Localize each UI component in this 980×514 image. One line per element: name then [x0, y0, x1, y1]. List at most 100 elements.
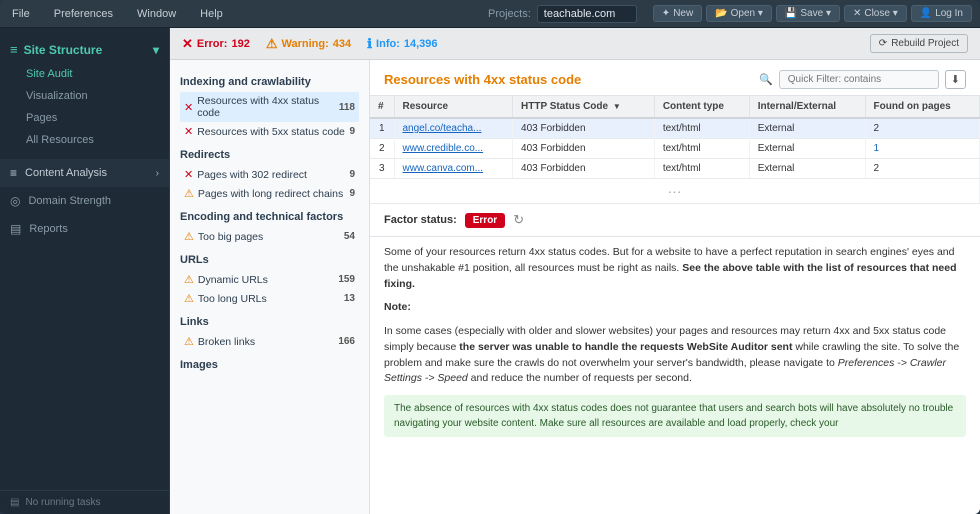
open-button[interactable]: 📂 Open ▾	[706, 5, 772, 22]
table-ellipsis-row: ···	[370, 179, 980, 204]
content-area: ✕ Error: 192 ⚠ Warning: 434 ℹ Info: 14,3…	[170, 28, 980, 514]
warning-triangle-icon: ⚠	[184, 292, 194, 305]
cell-content-type: text/html	[654, 139, 749, 159]
sidebar-item-domain-strength[interactable]: ◎ Domain Strength	[0, 187, 169, 215]
menu-file[interactable]: File	[8, 6, 34, 22]
menu-preferences[interactable]: Preferences	[50, 6, 117, 22]
content-analysis-label: Content Analysis	[25, 167, 107, 179]
main-layout: ≡ Site Structure ▾ Site Audit Visualizat…	[0, 28, 980, 514]
audit-item[interactable]: ⚠ Too big pages 54	[180, 227, 359, 246]
audit-section-title: URLs	[180, 254, 359, 266]
audit-item-label: Resources with 4xx status code	[197, 95, 335, 119]
warning-triangle-icon: ⚠	[184, 187, 194, 200]
panels: Indexing and crawlability✕Resources with…	[170, 60, 980, 514]
filter-icon: 🔍	[759, 73, 773, 86]
warning-triangle-icon: ⚠	[184, 273, 194, 286]
resource-link[interactable]: www.credible.co...	[403, 143, 484, 154]
resource-link[interactable]: www.canva.com...	[403, 163, 484, 174]
audit-item[interactable]: ⚠Broken links166	[180, 332, 359, 351]
no-running-tasks-label: No running tasks	[25, 497, 100, 508]
cell-content-type: text/html	[654, 159, 749, 179]
reports-label: Reports	[29, 223, 68, 235]
audit-section-title: Encoding and technical factors	[180, 211, 359, 223]
sidebar-item-pages[interactable]: Pages	[0, 107, 169, 129]
cell-resource[interactable]: www.credible.co...	[394, 139, 513, 159]
save-button[interactable]: 💾 Save ▾	[776, 5, 840, 22]
cell-num: 1	[370, 118, 394, 139]
warning-triangle-icon: ⚠	[184, 230, 194, 243]
error-count: 192	[231, 38, 249, 50]
info-label: Info:	[376, 38, 400, 50]
col-header-status[interactable]: HTTP Status Code ▼	[513, 96, 655, 118]
cell-internal-external: External	[749, 118, 865, 139]
toolbar-buttons: ✦ New 📂 Open ▾ 💾 Save ▾ ✕ Close ▾ 👤 Log …	[653, 5, 972, 22]
sidebar-item-all-resources[interactable]: All Resources	[0, 129, 169, 151]
right-panel: Resources with 4xx status code 🔍 ⬇	[370, 60, 980, 514]
cell-num: 2	[370, 139, 394, 159]
filter-input[interactable]	[779, 70, 939, 89]
audit-item-count: 54	[344, 231, 355, 242]
warning-badge: ⚠ Warning: 434	[266, 36, 351, 52]
audit-section-title: Redirects	[180, 149, 359, 161]
domain-strength-icon: ◎	[10, 194, 20, 208]
error-badge: ✕ Error: 192	[182, 36, 250, 52]
site-structure-icon: ≡	[10, 42, 18, 57]
cell-resource[interactable]: angel.co/teacha...	[394, 118, 513, 139]
sidebar-site-structure-header[interactable]: ≡ Site Structure ▾	[0, 36, 169, 63]
menu-help[interactable]: Help	[196, 6, 227, 22]
audit-item[interactable]: ✕Resources with 4xx status code118	[180, 92, 359, 122]
error-circle-icon: ✕	[184, 168, 193, 181]
audit-item[interactable]: ⚠Pages with long redirect chains9	[180, 184, 359, 203]
reports-icon: ▤	[10, 222, 21, 236]
cell-status: 403 Forbidden	[513, 159, 655, 179]
audit-item[interactable]: ⚠Dynamic URLs159	[180, 270, 359, 289]
projects-select[interactable]: teachable.com	[537, 5, 637, 23]
table-row[interactable]: 2 www.credible.co... 403 Forbiddentext/htm…	[370, 139, 980, 159]
audit-item[interactable]: ⚠Too long URLs13	[180, 289, 359, 308]
note-text: In some cases (especially with older and…	[384, 324, 966, 387]
resource-table: # Resource HTTP Status Code ▼ Content ty…	[370, 96, 980, 204]
domain-strength-label: Domain Strength	[28, 195, 111, 207]
table-row[interactable]: 3www.canva.com...403 Forbiddentext/htmlE…	[370, 159, 980, 179]
cell-resource[interactable]: www.canva.com...	[394, 159, 513, 179]
info-badge: ℹ Info: 14,396	[367, 36, 437, 52]
audit-panel: Indexing and crawlability✕Resources with…	[170, 60, 370, 514]
sidebar-site-structure: ≡ Site Structure ▾ Site Audit Visualizat…	[0, 28, 169, 159]
cell-status: 403 Forbidden	[513, 118, 655, 139]
refresh-icon[interactable]: ↻	[513, 212, 524, 228]
audit-item[interactable]: ✕Resources with 5xx status code9	[180, 122, 359, 141]
error-circle-icon: ✕	[184, 101, 193, 114]
rebuild-button[interactable]: ⟳ Rebuild Project	[870, 34, 968, 53]
new-button[interactable]: ✦ New	[653, 5, 702, 22]
status-bar: ✕ Error: 192 ⚠ Warning: 434 ℹ Info: 14,3…	[170, 28, 980, 60]
sidebar-item-content-analysis[interactable]: ≡ Content Analysis ›	[0, 159, 169, 187]
audit-item[interactable]: ✕Pages with 302 redirect9	[180, 165, 359, 184]
cell-status: 403 Forbidden	[513, 139, 655, 159]
audit-item-label: Pages with long redirect chains	[198, 188, 346, 200]
resource-link[interactable]: angel.co/teacha...	[403, 123, 482, 134]
note-label: Note:	[384, 300, 966, 316]
projects-area: Projects: teachable.com	[488, 5, 637, 23]
sidebar-item-reports[interactable]: ▤ Reports	[0, 215, 169, 243]
cell-num: 3	[370, 159, 394, 179]
audit-item-count: 159	[338, 274, 355, 285]
sidebar-item-visualization[interactable]: Visualization	[0, 85, 169, 107]
warning-icon: ⚠	[266, 36, 278, 52]
factor-status-label: Factor status:	[384, 214, 457, 226]
table-row[interactable]: 1angel.co/teacha...403 Forbiddentext/htm…	[370, 118, 980, 139]
close-button[interactable]: ✕ Close ▾	[844, 5, 907, 22]
audit-item-label: Too big pages	[198, 231, 340, 243]
login-button[interactable]: 👤 Log In	[911, 5, 972, 22]
sidebar-item-site-audit[interactable]: Site Audit	[0, 63, 169, 85]
audit-section-title: Indexing and crawlability	[180, 76, 359, 88]
col-header-found-on: Found on pages	[865, 96, 979, 118]
info-count: 14,396	[404, 38, 438, 50]
sidebar: ≡ Site Structure ▾ Site Audit Visualizat…	[0, 28, 170, 514]
menu-window[interactable]: Window	[133, 6, 180, 22]
download-button[interactable]: ⬇	[945, 70, 966, 89]
warning-label: Warning:	[281, 38, 328, 50]
warning-count: 434	[333, 38, 351, 50]
cell-internal-external: External	[749, 139, 865, 159]
cell-found-on: 2	[865, 159, 979, 179]
audit-item-label: Pages with 302 redirect	[197, 169, 345, 181]
